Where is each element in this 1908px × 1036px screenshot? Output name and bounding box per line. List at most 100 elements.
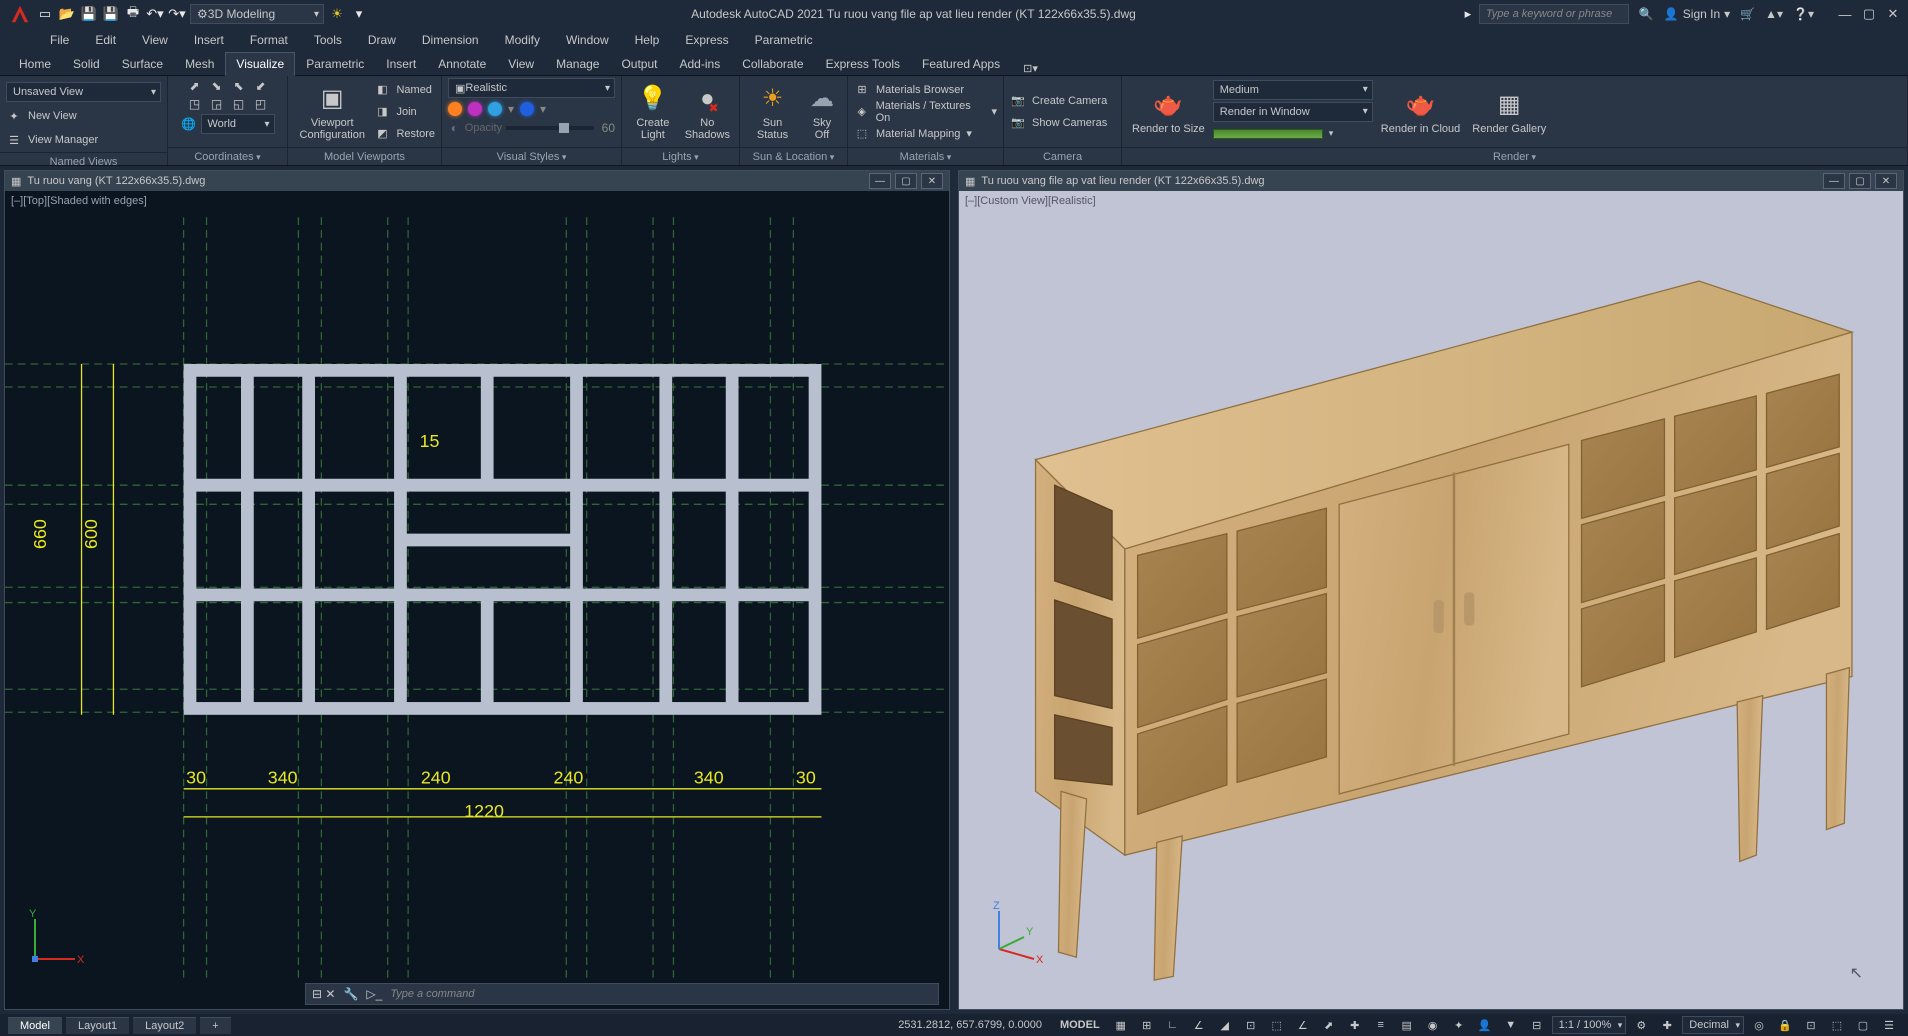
- sb-gizmo-icon[interactable]: ✦: [1448, 1016, 1470, 1034]
- tab-insert[interactable]: Insert: [375, 52, 427, 76]
- sb-lock-icon[interactable]: 🔒: [1774, 1016, 1796, 1034]
- sb-iso2-icon[interactable]: ⬚: [1826, 1016, 1848, 1034]
- render-to-size-button[interactable]: 🫖 Render to Size: [1128, 87, 1209, 137]
- ucs-icon-5[interactable]: ◳: [187, 96, 203, 112]
- autodesk-app-icon[interactable]: ▲▾: [1765, 7, 1783, 21]
- tab-addins[interactable]: Add-ins: [669, 52, 732, 76]
- visual-style-select[interactable]: ▣ Realistic: [448, 78, 615, 98]
- sb-tpy-icon[interactable]: ▤: [1396, 1016, 1418, 1034]
- sb-units-select[interactable]: Decimal: [1682, 1016, 1744, 1034]
- sb-filter-icon[interactable]: ▼: [1500, 1016, 1522, 1034]
- sb-lwt-icon[interactable]: ≡: [1370, 1016, 1392, 1034]
- ucs-icon-2[interactable]: ⬊: [209, 78, 225, 94]
- command-line[interactable]: ⊟ ✕ 🔧 ▷_ Type a command: [305, 983, 939, 1005]
- qat-save-icon[interactable]: 💾: [80, 5, 98, 23]
- sky-off-button[interactable]: ☁ Sky Off: [803, 81, 841, 143]
- view-manager-button[interactable]: ☰View Manager: [6, 130, 161, 150]
- dot-orange-icon[interactable]: [448, 102, 462, 116]
- sb-clean-icon[interactable]: ▢: [1852, 1016, 1874, 1034]
- qat-plot-icon[interactable]: 🖶: [124, 5, 142, 23]
- sun-status-button[interactable]: ☀ Sun Status: [746, 81, 799, 143]
- sb-tab-layout2[interactable]: Layout2: [133, 1017, 196, 1034]
- render-preset-select[interactable]: Medium: [1213, 80, 1373, 100]
- show-cameras-button[interactable]: 📷Show Cameras: [1010, 113, 1107, 133]
- doc2-max-button[interactable]: ▢: [1849, 173, 1871, 189]
- materials-browser-button[interactable]: ⊞Materials Browser: [854, 80, 997, 100]
- ucs-icon-8[interactable]: ◰: [253, 96, 269, 112]
- qat-redo-icon[interactable]: ↷▾: [168, 5, 186, 23]
- menu-format[interactable]: Format: [238, 30, 300, 50]
- sb-osnap-icon[interactable]: ⊡: [1240, 1016, 1262, 1034]
- sb-3dosnap-icon[interactable]: ⬚: [1266, 1016, 1288, 1034]
- signin-button[interactable]: 👤 Sign In ▾: [1664, 7, 1730, 21]
- menu-help[interactable]: Help: [623, 30, 672, 50]
- sb-mode[interactable]: MODEL: [1054, 1019, 1106, 1031]
- qat-open-icon[interactable]: 📂: [58, 5, 76, 23]
- search-trigger-icon[interactable]: ▸: [1459, 5, 1477, 23]
- viewport-join-button[interactable]: ◨Join: [374, 102, 435, 122]
- sb-annmon-icon[interactable]: 👤: [1474, 1016, 1496, 1034]
- close-button[interactable]: ✕: [1884, 5, 1902, 23]
- sb-qp-icon[interactable]: ◎: [1748, 1016, 1770, 1034]
- tab-surface[interactable]: Surface: [111, 52, 174, 76]
- doc2-titlebar[interactable]: ▦ Tu ruou vang file ap vat lieu render (…: [959, 171, 1903, 191]
- menu-window[interactable]: Window: [554, 30, 621, 50]
- viewport-config-button[interactable]: ▣ Viewport Configuration: [294, 81, 370, 143]
- menu-modify[interactable]: Modify: [493, 30, 552, 50]
- sb-gizmo2-icon[interactable]: ⊟: [1526, 1016, 1548, 1034]
- menu-edit[interactable]: Edit: [83, 30, 128, 50]
- render-target-select[interactable]: Render in Window: [1213, 102, 1373, 122]
- doc2-vp-label[interactable]: [–][Custom View][Realistic]: [965, 195, 1096, 207]
- panel-title-visual-styles[interactable]: Visual Styles: [442, 147, 621, 165]
- sb-iso-icon[interactable]: ◢: [1214, 1016, 1236, 1034]
- tab-output[interactable]: Output: [610, 52, 668, 76]
- material-mapping-button[interactable]: ⬚Material Mapping ▾: [854, 124, 997, 144]
- sb-tab-model[interactable]: Model: [8, 1017, 62, 1034]
- materials-textures-button[interactable]: ◈Materials / Textures On ▾: [854, 102, 997, 122]
- tab-parametric[interactable]: Parametric: [295, 52, 375, 76]
- viewport-2d[interactable]: [–][Top][Shaded with edges]: [5, 191, 949, 1009]
- ucs-icon-1[interactable]: ⬈: [187, 78, 203, 94]
- search-input[interactable]: Type a keyword or phrase: [1479, 4, 1629, 24]
- ucs-icon-4[interactable]: ⬋: [253, 78, 269, 94]
- panel-title-render[interactable]: Render: [1122, 147, 1907, 165]
- viewport-3d[interactable]: [–][Custom View][Realistic]: [959, 191, 1903, 1009]
- dot-cyan-icon[interactable]: [488, 102, 502, 116]
- sb-dyn-icon[interactable]: ✚: [1344, 1016, 1366, 1034]
- sb-snap-icon[interactable]: ⊞: [1136, 1016, 1158, 1034]
- doc1-min-button[interactable]: —: [869, 173, 891, 189]
- menu-tools[interactable]: Tools: [302, 30, 354, 50]
- tab-collaborate[interactable]: Collaborate: [731, 52, 814, 76]
- render-gallery-button[interactable]: ▦ Render Gallery: [1468, 87, 1550, 137]
- ucs-select[interactable]: World: [201, 114, 275, 134]
- panel-title-materials[interactable]: Materials: [848, 147, 1003, 165]
- sb-otrack-icon[interactable]: ∠: [1292, 1016, 1314, 1034]
- tab-express-tools[interactable]: Express Tools: [815, 52, 911, 76]
- sb-polar-icon[interactable]: ∠: [1188, 1016, 1210, 1034]
- sb-dynucs-icon[interactable]: ⬈: [1318, 1016, 1340, 1034]
- view-select[interactable]: Unsaved View: [6, 82, 161, 102]
- cart-icon[interactable]: 🛒: [1740, 7, 1755, 21]
- doc1-close-button[interactable]: ✕: [921, 173, 943, 189]
- menu-dimension[interactable]: Dimension: [410, 30, 491, 50]
- menu-insert[interactable]: Insert: [182, 30, 236, 50]
- help-icon[interactable]: ❔▾: [1793, 7, 1814, 21]
- qat-saveas-icon[interactable]: 💾: [102, 5, 120, 23]
- sb-gear-icon[interactable]: ⚙: [1630, 1016, 1652, 1034]
- tab-solid[interactable]: Solid: [62, 52, 111, 76]
- sb-grid-icon[interactable]: ▦: [1110, 1016, 1132, 1034]
- doc1-vp-label[interactable]: [–][Top][Shaded with edges]: [11, 195, 147, 207]
- menu-file[interactable]: File: [38, 30, 81, 50]
- ucs-icon-6[interactable]: ◲: [209, 96, 225, 112]
- ribbon-launcher-icon[interactable]: ⊡▾: [1023, 62, 1038, 75]
- sb-custom-icon[interactable]: ☰: [1878, 1016, 1900, 1034]
- tab-manage[interactable]: Manage: [545, 52, 610, 76]
- cmd-wrench-icon[interactable]: 🔧: [343, 987, 358, 1001]
- search-icon[interactable]: 🔍: [1639, 7, 1654, 21]
- tab-visualize[interactable]: Visualize: [225, 52, 295, 76]
- ucs-world-icon[interactable]: 🌐: [181, 116, 197, 132]
- create-camera-button[interactable]: 📷Create Camera: [1010, 91, 1107, 111]
- opacity-slider[interactable]: [506, 126, 593, 130]
- minimize-button[interactable]: —: [1836, 5, 1854, 23]
- panel-title-sun[interactable]: Sun & Location: [740, 147, 847, 165]
